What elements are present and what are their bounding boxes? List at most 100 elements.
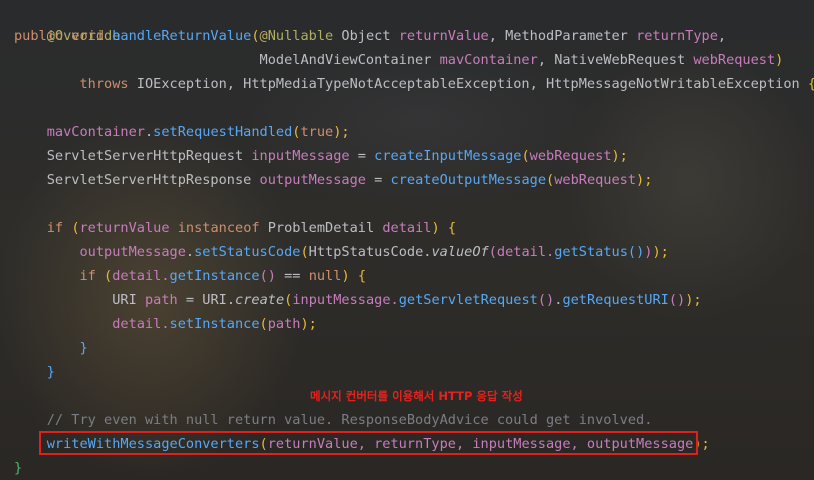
- paren: (): [537, 292, 555, 308]
- code-line-7[interactable]: ServletServerHttpRequest inputMessage = …: [14, 144, 628, 168]
- brace: }: [46, 364, 55, 380]
- paren: (: [104, 268, 113, 284]
- brace: }: [14, 460, 23, 476]
- kw-if: if: [46, 220, 72, 236]
- param-returnValue: returnValue: [398, 28, 489, 44]
- var-outputMessage: outputMessage: [79, 244, 186, 260]
- brace: }: [79, 340, 88, 356]
- paren: ): [431, 220, 448, 236]
- code-line-8[interactable]: ServletServerHttpResponse outputMessage …: [14, 168, 653, 192]
- method-name: handleReturnValue: [112, 28, 252, 44]
- exception-list: IOException, HttpMediaTypeNotAcceptableE…: [136, 76, 808, 92]
- call-getStatus: getStatus: [554, 244, 628, 260]
- brace: {: [808, 76, 814, 92]
- paren: (): [627, 244, 645, 260]
- code-line-3[interactable]: ModelAndViewContainer mavContainer, Nati…: [14, 48, 784, 72]
- code-line-11[interactable]: outputMessage.setStatusCode(HttpStatusCo…: [14, 240, 669, 264]
- kw-throws: throws: [79, 76, 137, 92]
- call-setStatusCode: setStatusCode: [194, 244, 301, 260]
- equals: =: [365, 172, 391, 188]
- equals: ==: [275, 268, 309, 284]
- dot: .: [144, 124, 154, 140]
- var-outputMessage: outputMessage: [259, 172, 366, 188]
- comma: ,: [488, 28, 506, 44]
- highlight-box: [39, 431, 698, 455]
- var-mavContainer: mavContainer: [46, 124, 145, 140]
- type-methodparameter: MethodParameter: [505, 28, 637, 44]
- paren: );: [333, 124, 350, 140]
- code-line-18[interactable]: // Try even with null return value. Resp…: [14, 408, 653, 432]
- code-line-12[interactable]: if (detail.getInstance() == null) {: [14, 264, 366, 288]
- param-webRequest: webRequest: [693, 52, 776, 68]
- paren: (: [71, 220, 80, 236]
- type-object: Object: [333, 28, 399, 44]
- kw-true: true: [300, 124, 334, 140]
- paren: (: [259, 316, 268, 332]
- paren: );: [652, 244, 669, 260]
- call-createInputMessage: createInputMessage: [374, 148, 522, 164]
- class-httpstatuscode: HttpStatusCode.: [308, 244, 432, 260]
- kw-null: null: [308, 268, 342, 284]
- brace: {: [357, 268, 366, 284]
- var-detail: detail.: [112, 316, 170, 332]
- paren: ): [775, 52, 784, 68]
- type-modelandviewcontainer: ModelAndViewContainer: [259, 52, 440, 68]
- var-inputMessage: inputMessage: [251, 148, 350, 164]
- paren: (: [546, 172, 555, 188]
- paren: );: [685, 292, 702, 308]
- code-line-6[interactable]: mavContainer.setRequestHandled(true);: [14, 120, 350, 144]
- kw-void: void: [71, 28, 113, 44]
- call-getRequestURI: getRequestURI: [562, 292, 669, 308]
- comma: ,: [717, 28, 727, 44]
- paren: (: [521, 148, 530, 164]
- type-problemdetail: ProblemDetail: [267, 220, 383, 236]
- type-servletresponse: ServletServerHttpResponse: [46, 172, 260, 188]
- code-line-14[interactable]: detail.setInstance(path);: [14, 312, 317, 336]
- arg-webRequest: webRequest: [554, 172, 637, 188]
- paren: (: [488, 244, 497, 260]
- code-line-13[interactable]: URI path = URI.create(inputMessage.getSe…: [14, 288, 702, 312]
- paren: );: [300, 316, 317, 332]
- comma: ,: [537, 52, 555, 68]
- var-inputMessage: inputMessage.: [292, 292, 399, 308]
- code-comment: // Try even with null return value. Resp…: [46, 412, 653, 428]
- param-mavContainer: mavContainer: [439, 52, 538, 68]
- class-uri: URI.: [202, 292, 236, 308]
- var-path: path: [144, 292, 178, 308]
- code-line-10[interactable]: if (returnValue instanceof ProblemDetail…: [14, 216, 456, 240]
- code-line-20[interactable]: }: [14, 456, 22, 480]
- var-detail: detail.: [112, 268, 170, 284]
- equals: =: [177, 292, 203, 308]
- type-servletrequest: ServletServerHttpRequest: [46, 148, 252, 164]
- paren: (: [251, 28, 260, 44]
- call-setInstance: setInstance: [169, 316, 260, 332]
- var-path: path: [267, 316, 301, 332]
- code-line-2[interactable]: public void handleReturnValue(@Nullable …: [14, 24, 726, 48]
- code-line-4[interactable]: throws IOException, HttpMediaTypeNotAcce…: [14, 72, 814, 96]
- kw-instanceof: instanceof: [177, 220, 268, 236]
- code-editor[interactable]: @Override public void handleReturnValue(…: [0, 0, 814, 480]
- call-getInstance: getInstance: [169, 268, 260, 284]
- var-detail: detail: [382, 220, 432, 236]
- code-line-16[interactable]: }: [14, 360, 55, 384]
- code-line-15[interactable]: }: [14, 336, 88, 360]
- brace: {: [447, 220, 456, 236]
- call-createOutputMessage: createOutputMessage: [390, 172, 547, 188]
- type-uri: URI: [112, 292, 145, 308]
- call-create: create: [235, 292, 285, 308]
- kw-if: if: [79, 268, 105, 284]
- type-nativewebrequest: NativeWebRequest: [554, 52, 694, 68]
- code-line-1[interactable]: @Override: [14, 0, 121, 44]
- param-returnType: returnType: [636, 28, 718, 44]
